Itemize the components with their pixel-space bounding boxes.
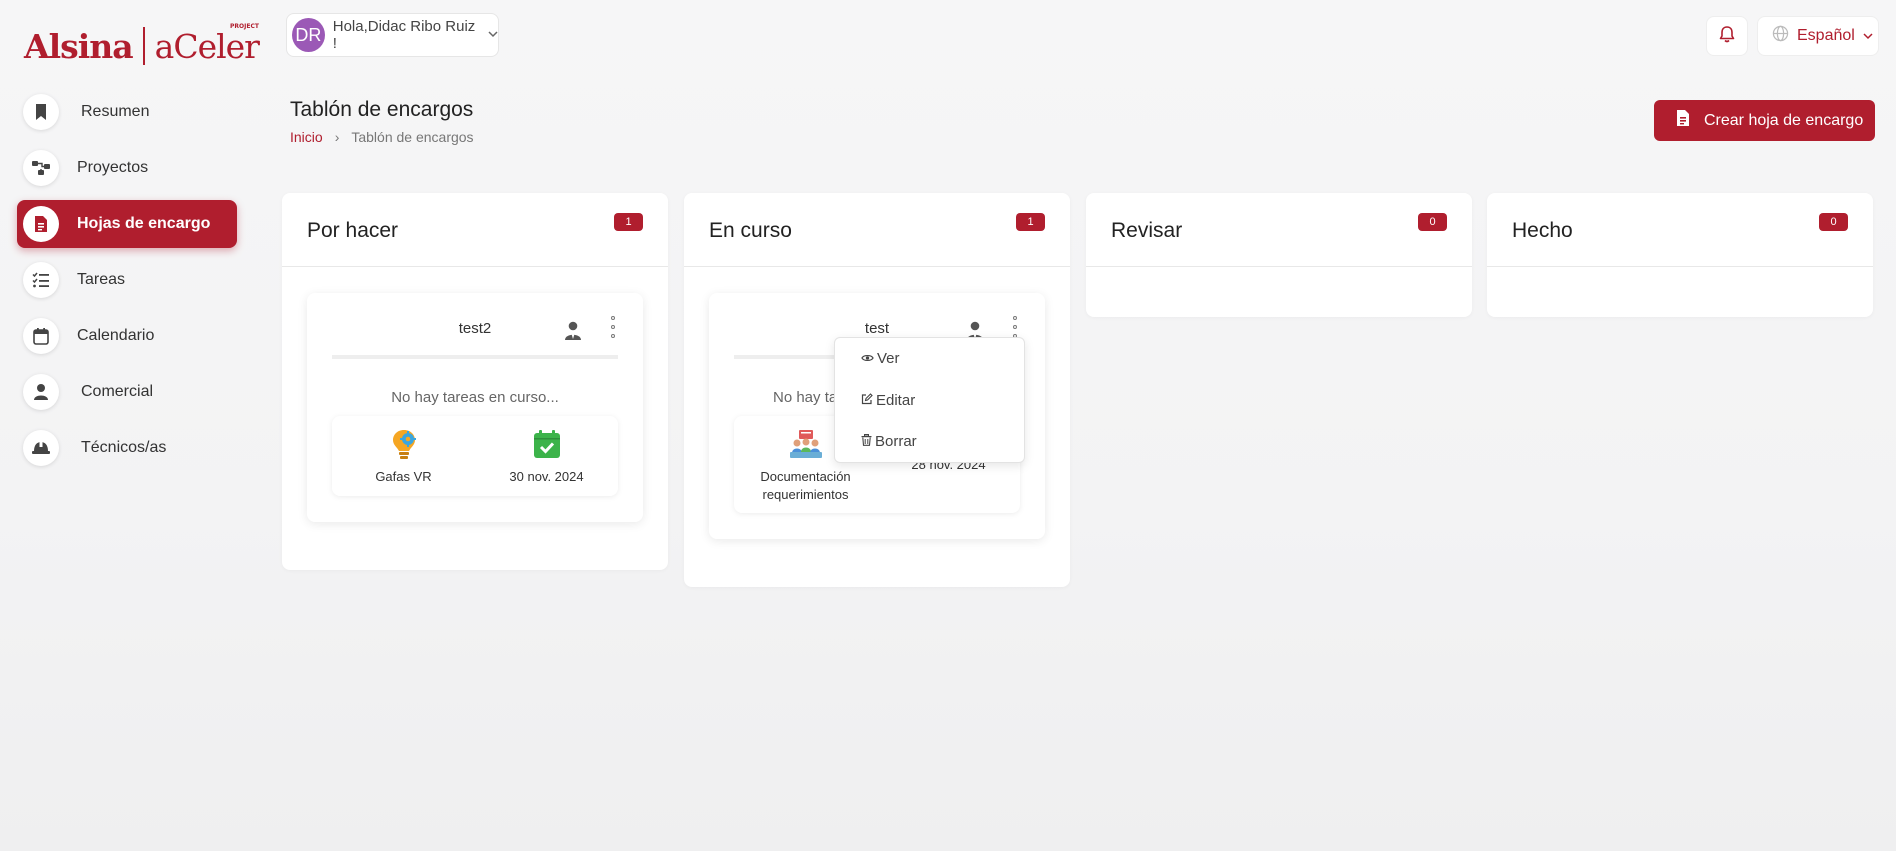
card-status-text: No hay tareas en curso... <box>391 389 559 406</box>
globe-icon <box>1772 25 1789 47</box>
menu-item-label: Editar <box>876 392 916 409</box>
eye-icon <box>861 350 874 367</box>
card-project-name: Documentación requerimientos <box>760 469 851 502</box>
breadcrumb-home-link[interactable]: Inicio <box>290 129 323 145</box>
create-order-sheet-button[interactable]: Crear hoja de encargo <box>1654 100 1875 141</box>
user-greeting: Hola,Didac Ribo Ruiz ! <box>332 18 476 52</box>
calendar-check-icon <box>533 426 561 462</box>
user-menu-button[interactable]: DR Hola,Didac Ribo Ruiz ! <box>286 13 499 57</box>
edit-icon <box>861 392 873 409</box>
column-body <box>1487 267 1873 317</box>
bookmark-icon <box>23 94 59 130</box>
menu-item-label: Ver <box>877 350 900 367</box>
breadcrumb: Inicio › Tablón de encargos <box>290 129 474 145</box>
sidebar: Resumen Proyectos Hojas de encargo Tarea… <box>17 88 237 480</box>
board-column-revisar: Revisar 0 <box>1086 193 1472 317</box>
logo-divider <box>142 27 145 65</box>
card-header: test2 <box>332 293 618 359</box>
sidebar-item-label: Proyectos <box>77 159 149 176</box>
sidebar-item-resumen[interactable]: Resumen <box>17 88 237 136</box>
project-tree-icon <box>23 150 59 186</box>
column-header: Hecho 0 <box>1487 193 1873 267</box>
hard-hat-icon <box>23 430 59 466</box>
breadcrumb-separator: › <box>334 129 340 145</box>
column-title: Revisar <box>1111 219 1183 242</box>
column-title: Hecho <box>1512 219 1573 242</box>
column-header: Por hacer 1 <box>282 193 668 267</box>
logo-text-aceler: aCeler PROJECT <box>154 22 260 66</box>
logo-text-alsina: Alsina <box>24 26 134 66</box>
create-order-sheet-label: Crear hoja de encargo <box>1704 111 1864 129</box>
document-icon <box>1676 109 1690 132</box>
card-project-name: Gafas VR <box>375 469 432 484</box>
card-info-panel: Gafas VR 30 nov. 2024 <box>332 416 618 496</box>
column-body <box>1086 267 1472 317</box>
chevron-down-icon <box>1863 27 1873 45</box>
menu-item-borrar[interactable]: Borrar <box>861 433 917 450</box>
menu-item-label: Borrar <box>875 433 917 450</box>
column-count-badge: 1 <box>614 213 643 231</box>
column-count-badge: 0 <box>1418 213 1447 231</box>
sidebar-item-label: Resumen <box>81 103 150 120</box>
column-count-badge: 0 <box>1819 213 1848 231</box>
sidebar-item-label: Hojas de encargo <box>77 215 211 232</box>
column-body: test2 No hay tareas en curso... Gafas VR <box>282 267 668 570</box>
lightbulb-gear-icon <box>387 426 421 462</box>
trash-icon <box>861 433 872 450</box>
sidebar-item-label: Comercial <box>81 383 154 400</box>
column-header: Revisar 0 <box>1086 193 1472 267</box>
card-date: 30 nov. 2024 <box>482 426 612 486</box>
card-options-button[interactable] <box>1010 316 1020 338</box>
sidebar-item-label: Tareas <box>77 271 126 288</box>
column-count-badge: 1 <box>1016 213 1045 231</box>
order-card[interactable]: test2 No hay tareas en curso... Gafas VR <box>307 293 643 522</box>
person-icon <box>23 374 59 410</box>
sidebar-item-comercial[interactable]: Comercial <box>17 368 237 416</box>
breadcrumb-current: Tablón de encargos <box>351 129 474 145</box>
sidebar-item-tareas[interactable]: Tareas <box>17 256 237 304</box>
notifications-button[interactable] <box>1706 16 1748 56</box>
language-label: Español <box>1797 27 1855 44</box>
card-options-menu: Ver Editar Borrar <box>834 337 1025 463</box>
calendar-icon <box>23 318 59 354</box>
checklist-icon <box>23 262 59 298</box>
column-title: Por hacer <box>307 219 399 242</box>
sidebar-item-tecnicos[interactable]: Técnicos/as <box>17 424 237 472</box>
sidebar-item-label: Calendario <box>77 327 155 344</box>
menu-item-editar[interactable]: Editar <box>861 392 915 409</box>
board-column-hecho: Hecho 0 <box>1487 193 1873 317</box>
chevron-down-icon <box>488 29 498 41</box>
avatar: DR <box>292 18 325 52</box>
board-column-por-hacer: Por hacer 1 test2 No hay tareas en curso… <box>282 193 668 570</box>
assignee-icon <box>564 321 582 346</box>
column-title: En curso <box>709 219 792 242</box>
menu-item-ver[interactable]: Ver <box>861 350 900 367</box>
language-selector[interactable]: Español <box>1757 16 1879 56</box>
sidebar-item-calendario[interactable]: Calendario <box>17 312 237 360</box>
team-meeting-icon <box>789 426 823 462</box>
bell-icon <box>1719 25 1735 48</box>
card-options-button[interactable] <box>608 316 618 338</box>
card-project: Gafas VR <box>339 426 469 486</box>
sidebar-item-hojas-de-encargo[interactable]: Hojas de encargo <box>17 200 237 248</box>
sidebar-item-proyectos[interactable]: Proyectos <box>17 144 237 192</box>
page-title: Tablón de encargos <box>290 98 474 121</box>
column-header: En curso 1 <box>684 193 1070 267</box>
app-logo[interactable]: Alsina aCeler PROJECT <box>24 22 260 68</box>
document-icon <box>23 206 59 242</box>
sidebar-item-label: Técnicos/as <box>81 439 167 456</box>
card-due-date: 30 nov. 2024 <box>509 469 584 484</box>
